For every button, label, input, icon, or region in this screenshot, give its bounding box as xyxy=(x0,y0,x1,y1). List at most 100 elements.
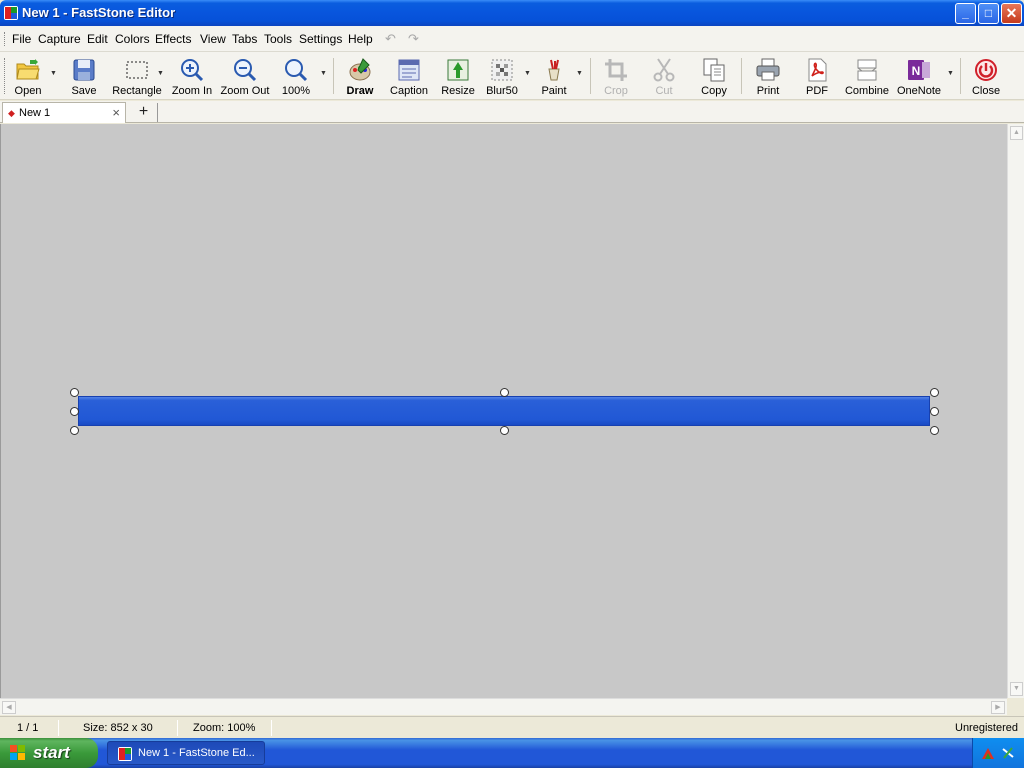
menu-capture[interactable]: Capture xyxy=(38,32,81,46)
close-tab-icon[interactable]: × xyxy=(112,105,120,120)
rectangle-dropdown-caret-icon[interactable]: ▼ xyxy=(157,70,164,77)
resize-handle-top-left[interactable] xyxy=(70,388,79,397)
pdf-label: PDF xyxy=(806,85,828,97)
resize-handle-bottom-left[interactable] xyxy=(70,426,79,435)
resize-button[interactable]: Resize xyxy=(438,54,478,98)
modified-dot-icon: ◆ xyxy=(8,108,15,118)
menu-effects[interactable]: Effects xyxy=(155,32,191,46)
maximize-button[interactable]: □ xyxy=(978,3,999,24)
tray-app-icon[interactable] xyxy=(981,746,995,760)
blur-label: Blur50 xyxy=(486,85,518,97)
status-registration: Unregistered xyxy=(955,722,1018,734)
zoom-100-label: 100% xyxy=(281,85,311,97)
menu-edit[interactable]: Edit xyxy=(87,32,108,46)
caption-icon xyxy=(398,59,420,81)
zoom-out-button[interactable]: Zoom Out xyxy=(219,54,271,98)
zoom-out-label: Zoom Out xyxy=(220,85,270,97)
onenote-dropdown-caret-icon[interactable]: ▼ xyxy=(947,70,954,77)
paint-button[interactable]: Paint xyxy=(536,54,572,98)
caption-button[interactable]: Caption xyxy=(388,54,430,98)
print-label: Print xyxy=(756,85,780,97)
undo-icon[interactable]: ↶ xyxy=(385,31,396,47)
blur-icon xyxy=(491,59,513,81)
resize-handle-right[interactable] xyxy=(930,407,939,416)
taskbar: start New 1 - FastStone Ed... xyxy=(0,738,1024,768)
resize-handle-bottom-right[interactable] xyxy=(930,426,939,435)
status-page: 1 / 1 xyxy=(17,722,39,734)
copy-button[interactable]: Copy xyxy=(694,54,734,98)
rectangle-label: Rectangle xyxy=(112,85,162,97)
paint-dropdown-caret-icon[interactable]: ▼ xyxy=(576,70,583,77)
toolbar-separator xyxy=(333,58,334,94)
resize-handle-bottom[interactable] xyxy=(500,426,509,435)
combine-button[interactable]: Combine xyxy=(843,54,891,98)
faststone-task-icon xyxy=(118,747,132,761)
tab-bar: ◆ New 1 × + xyxy=(0,101,1024,123)
scroll-up-icon[interactable]: ▲ xyxy=(1010,126,1023,140)
menu-tabs[interactable]: Tabs xyxy=(232,32,257,46)
zoom-100-button[interactable]: 100% xyxy=(278,54,314,98)
paint-brush-icon xyxy=(548,59,560,81)
menu-colors[interactable]: Colors xyxy=(115,32,150,46)
crop-button[interactable]: Crop xyxy=(598,54,634,98)
taskbar-item-faststone[interactable]: New 1 - FastStone Ed... xyxy=(107,741,265,765)
toolbar: Open ▼ Save Rectangle ▼ Zoom In Zoom Out xyxy=(0,52,1024,100)
scrollbar-corner xyxy=(1007,698,1024,715)
tray-network-icon[interactable] xyxy=(1001,746,1015,760)
scroll-right-icon[interactable]: ▶ xyxy=(991,701,1005,714)
toolbar-separator xyxy=(960,58,961,94)
close-button[interactable]: Close xyxy=(968,54,1004,98)
cut-button[interactable]: Cut xyxy=(646,54,682,98)
vertical-scrollbar[interactable]: ▲ ▼ xyxy=(1007,124,1024,698)
status-bar: 1 / 1 Size: 852 x 30 Zoom: 100% Unregist… xyxy=(0,716,1024,738)
horizontal-scrollbar[interactable]: ◀ ▶ xyxy=(0,698,1007,715)
resize-handle-top[interactable] xyxy=(500,388,509,397)
toolbar-separator xyxy=(590,58,591,94)
start-button[interactable]: start xyxy=(0,738,98,768)
scissors-icon xyxy=(653,58,675,82)
menu-file[interactable]: File xyxy=(12,32,31,46)
copy-icon xyxy=(703,58,725,82)
close-window-button[interactable]: ✕ xyxy=(1001,3,1022,24)
menu-settings[interactable]: Settings xyxy=(299,32,342,46)
onenote-icon: N xyxy=(908,60,930,80)
status-zoom: Zoom: 100% xyxy=(193,722,256,734)
status-divider xyxy=(58,720,59,736)
zoom-in-button[interactable]: Zoom In xyxy=(170,54,214,98)
caption-label: Caption xyxy=(390,85,428,97)
onenote-button[interactable]: N OneNote xyxy=(894,54,944,98)
resize-handle-left[interactable] xyxy=(70,407,79,416)
print-button[interactable]: Print xyxy=(750,54,786,98)
svg-text:N: N xyxy=(912,64,921,78)
start-label: start xyxy=(33,743,70,762)
taskbar-item-label: New 1 - FastStone Ed... xyxy=(138,747,255,759)
redo-icon[interactable]: ↷ xyxy=(408,31,419,47)
crop-icon xyxy=(605,59,627,81)
menu-tools[interactable]: Tools xyxy=(264,32,292,46)
paint-label: Paint xyxy=(541,85,567,97)
menu-help[interactable]: Help xyxy=(348,32,373,46)
scroll-down-icon[interactable]: ▼ xyxy=(1010,682,1023,696)
resize-handle-top-right[interactable] xyxy=(930,388,939,397)
pdf-button[interactable]: PDF xyxy=(800,54,834,98)
open-dropdown-caret-icon[interactable]: ▼ xyxy=(50,70,57,77)
title-bar: New 1 - FastStone Editor _ □ ✕ xyxy=(0,0,1024,26)
menu-grip xyxy=(4,32,6,46)
zoom-actual-icon xyxy=(285,59,308,82)
zoom-dropdown-caret-icon[interactable]: ▼ xyxy=(320,70,327,77)
menu-view[interactable]: View xyxy=(200,32,226,46)
draw-button[interactable]: Draw xyxy=(340,54,380,98)
save-button[interactable]: Save xyxy=(64,54,104,98)
open-button[interactable]: Open xyxy=(8,54,48,98)
menu-bar: File Capture Edit Colors Effects View Ta… xyxy=(0,26,1024,52)
tab-new-1[interactable]: ◆ New 1 × xyxy=(2,102,126,123)
open-folder-icon xyxy=(16,59,40,80)
scroll-left-icon[interactable]: ◀ xyxy=(2,701,16,714)
add-tab-button[interactable]: + xyxy=(130,103,158,122)
tab-label: New 1 xyxy=(19,107,51,119)
draw-palette-icon xyxy=(349,58,371,81)
minimize-button[interactable]: _ xyxy=(955,3,976,24)
blur-dropdown-caret-icon[interactable]: ▼ xyxy=(524,70,531,77)
blur-button[interactable]: Blur50 xyxy=(482,54,522,98)
image-content[interactable] xyxy=(78,396,930,426)
